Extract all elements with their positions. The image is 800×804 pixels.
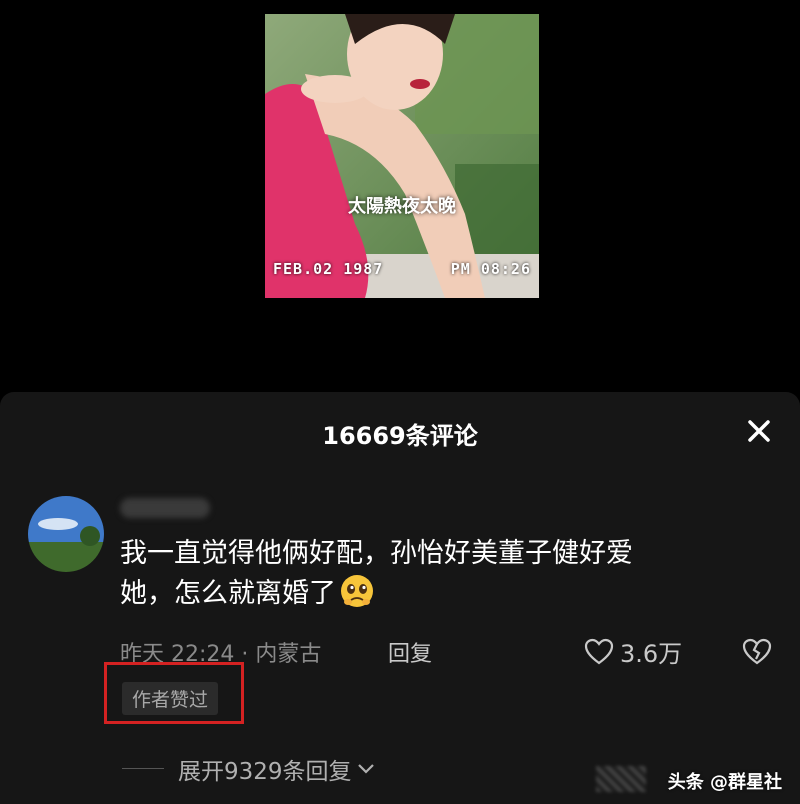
comment-text-line2: 她，怎么就离婚了 [120, 578, 336, 609]
avatar-image [28, 496, 104, 572]
reply-button[interactable]: 回复 [388, 636, 432, 668]
expand-replies-label: 展开9329条回复 [178, 759, 352, 785]
watermark-mosaic [596, 766, 646, 792]
comment-text: 我一直觉得他俩好配，孙怡好美董子健好爱 她，怎么就离婚了 [120, 534, 740, 614]
like-button[interactable]: 3.6万 [584, 634, 682, 669]
username-blurred [120, 498, 210, 518]
dislike-button[interactable] [742, 638, 772, 666]
video-time-stamp: PM 08:26 [450, 260, 531, 278]
video-caption: 太陽熱夜太晚 [348, 196, 456, 217]
expand-divider [122, 768, 164, 769]
comment-sheet: 16669条评论 我一直觉得他俩好配，孙怡好美董子健好爱 她，怎么就离婚了 昨天… [0, 392, 800, 804]
author-liked-badge: 作者赞过 [122, 682, 219, 715]
video-thumbnail[interactable]: 太陽熱夜太晚 FEB.02 1987 PM 08:26 [265, 14, 539, 298]
comment-count-title: 16669条评论 [322, 422, 478, 450]
avatar[interactable] [28, 496, 104, 572]
screen: 太陽熱夜太晚 FEB.02 1987 PM 08:26 16669条评论 我一直… [0, 0, 800, 804]
like-count: 3.6万 [620, 640, 683, 668]
chevron-down-icon [357, 764, 374, 774]
pleading-face-emoji [341, 575, 373, 607]
heart-icon [584, 638, 614, 664]
close-button[interactable] [744, 416, 774, 446]
video-scene [265, 14, 539, 298]
close-icon [748, 420, 770, 442]
video-date-stamp: FEB.02 1987 [273, 260, 384, 278]
comment-text-line1: 我一直觉得他俩好配，孙怡好美董子健好爱 [120, 538, 633, 569]
expand-replies-button[interactable]: 展开9329条回复 [178, 752, 376, 786]
watermark: 头条 @群星社 [667, 772, 782, 793]
broken-heart-icon [742, 638, 772, 665]
